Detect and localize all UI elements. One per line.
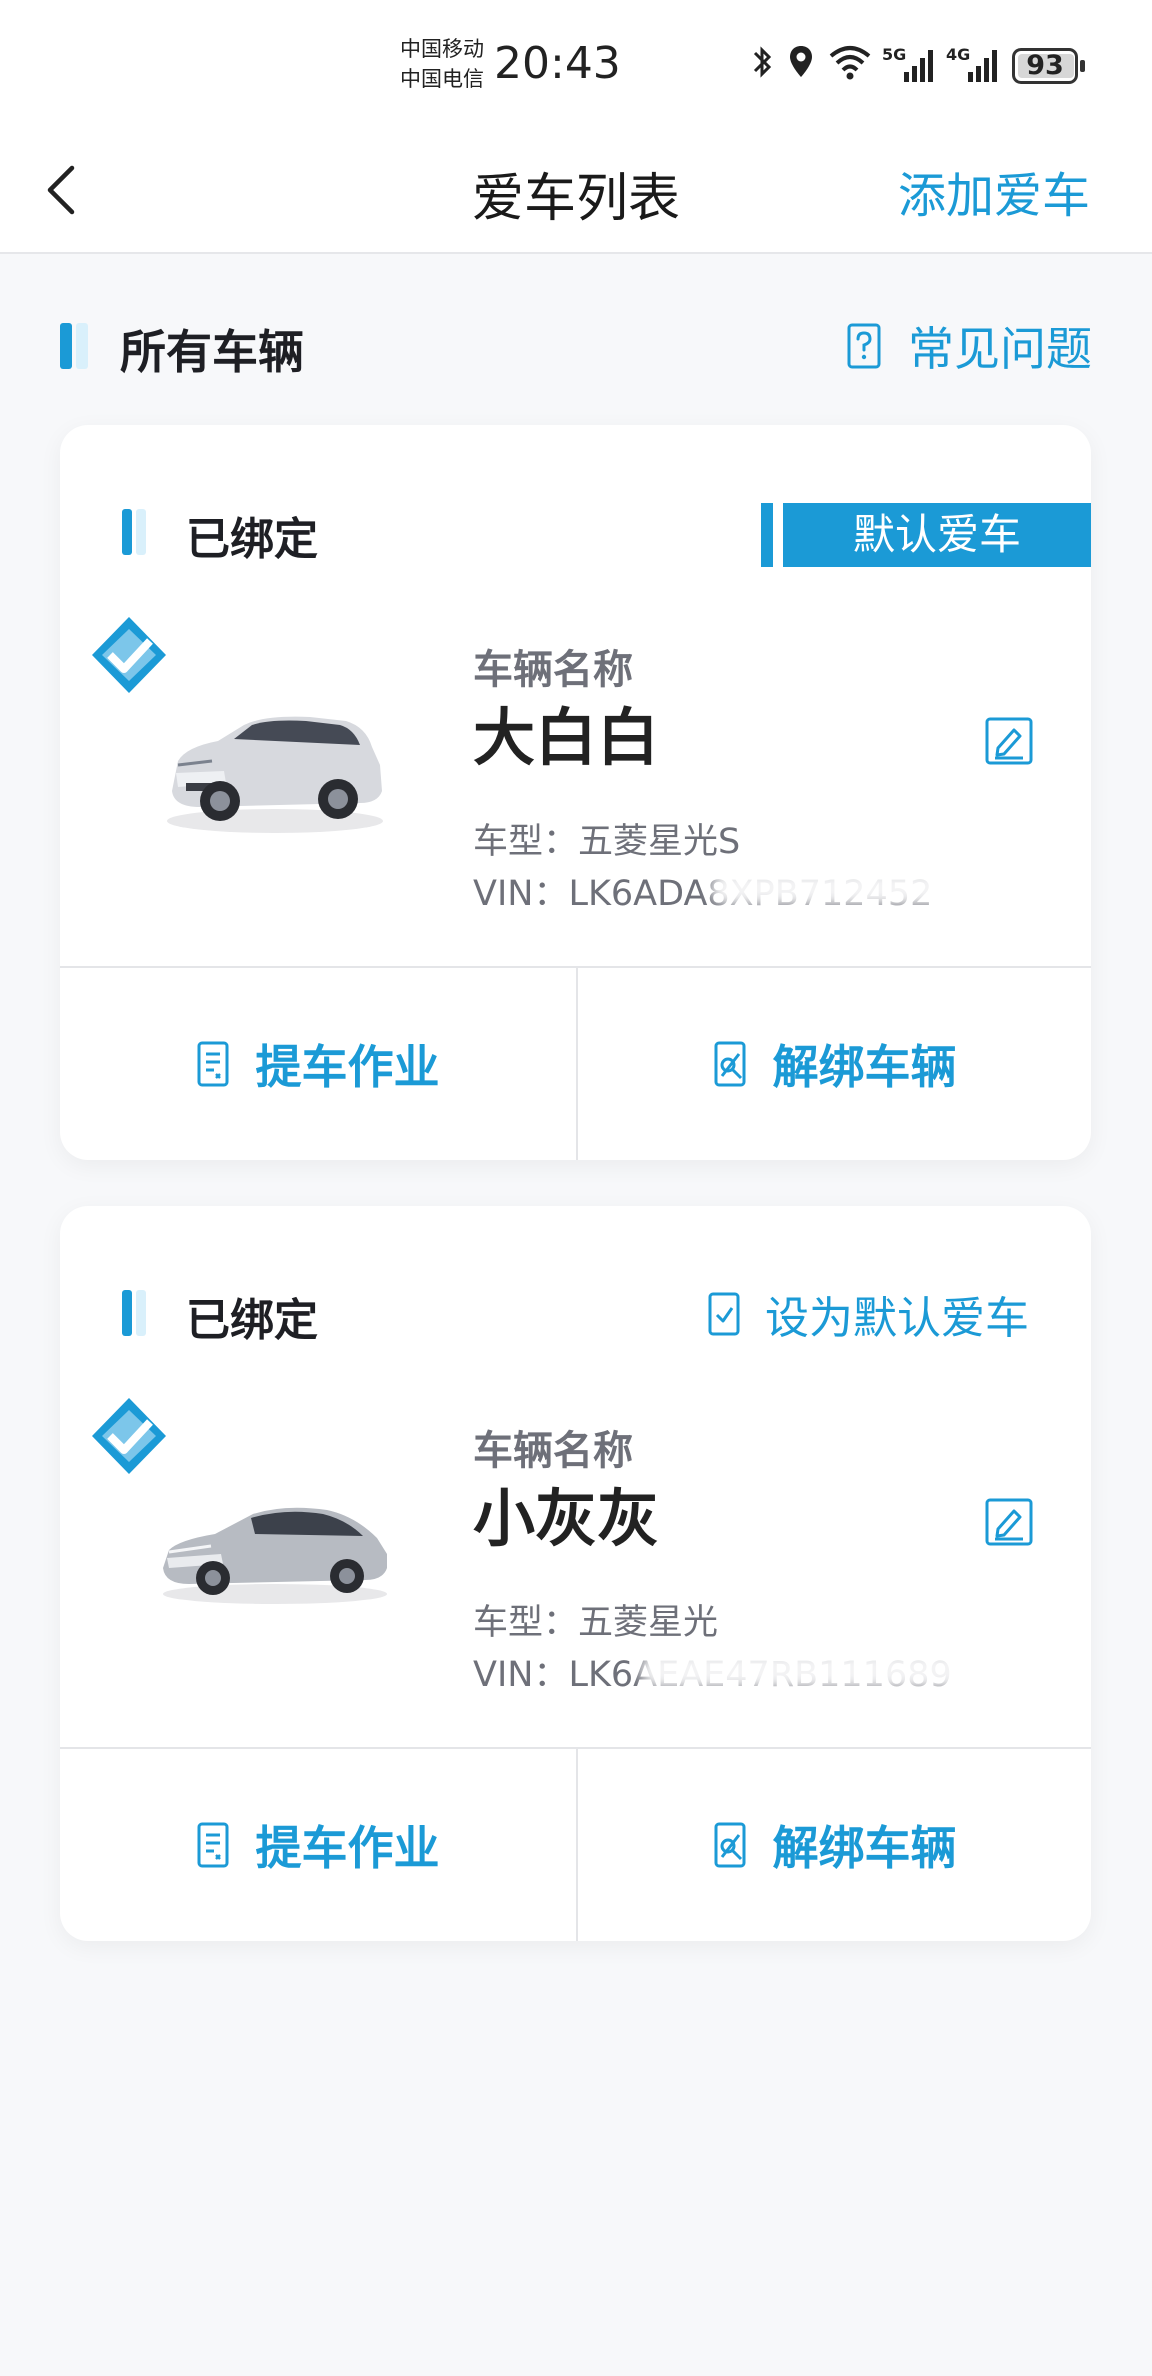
signal-4g-icon: 4G xyxy=(946,45,997,82)
carrier-names: 中国移动 中国电信 xyxy=(400,34,484,94)
faq-link[interactable]: 常见问题 xyxy=(846,316,1092,376)
section-marker xyxy=(60,323,72,369)
checklist-icon xyxy=(708,1292,740,1336)
unbind-label: 解绑车辆 xyxy=(772,1040,957,1094)
unbind-button[interactable]: 解绑车辆 xyxy=(577,968,1091,1160)
pickup-label: 提车作业 xyxy=(255,1040,440,1094)
vehicle-model: 车型：五菱星光 xyxy=(473,1603,719,1643)
verified-check-icon xyxy=(92,1398,166,1474)
pickup-label: 提车作业 xyxy=(255,1821,440,1875)
edit-icon[interactable] xyxy=(984,716,1034,766)
status-bar: 中国移动 中国电信 20:43 5G 4G 93 xyxy=(0,0,1152,130)
car-image xyxy=(167,716,383,833)
vehicle-name: 大白白 xyxy=(473,701,660,774)
bluetooth-icon xyxy=(753,46,772,78)
unbind-label: 解绑车辆 xyxy=(772,1821,957,1875)
vehicle-card: 已绑定 设为默认爱车 车辆名称 小灰灰 车型：五菱星光 VIN：LK6AEAE4… xyxy=(60,1206,1091,1941)
document-icon xyxy=(197,1041,228,1087)
bound-marker xyxy=(122,509,132,555)
carrier-1: 中国移动 xyxy=(400,37,484,61)
question-icon xyxy=(847,323,881,369)
edit-icon[interactable] xyxy=(984,1497,1034,1547)
bound-marker xyxy=(122,1290,132,1336)
pickup-button[interactable]: 提车作业 xyxy=(60,1749,575,1941)
unbind-button[interactable]: 解绑车辆 xyxy=(577,1749,1091,1941)
unbind-icon xyxy=(714,1041,745,1087)
verified-check-icon xyxy=(92,617,166,693)
add-car-button[interactable]: 添加爱车 xyxy=(898,156,1090,226)
section-title: 所有车辆 xyxy=(120,325,304,379)
signal-5g-icon: 5G xyxy=(882,45,933,82)
nav-bar: 爱车列表 添加爱车 xyxy=(0,130,1152,254)
svg-text:4G: 4G xyxy=(946,45,970,64)
unbind-icon xyxy=(714,1822,745,1868)
vin-redaction xyxy=(640,1652,1080,1688)
carrier-2: 中国电信 xyxy=(400,67,484,91)
document-icon xyxy=(197,1822,228,1868)
location-icon xyxy=(790,46,812,77)
faq-label: 常见问题 xyxy=(908,322,1092,376)
vehicle-name: 小灰灰 xyxy=(473,1482,660,1555)
default-car-badge: 默认爱车 xyxy=(761,503,1091,567)
pickup-button[interactable]: 提车作业 xyxy=(60,968,575,1160)
set-default-label: 设为默认爱车 xyxy=(765,1293,1029,1344)
svg-text:5G: 5G xyxy=(882,45,906,64)
vehicle-card: 已绑定 默认爱车 车辆名称 大白白 车型：五菱星光S VIN：LK6ADA8XP… xyxy=(60,425,1091,1160)
set-default-button[interactable]: 设为默认爱车 xyxy=(707,1286,1029,1344)
battery-icon: 93 xyxy=(1012,48,1078,84)
wifi-icon xyxy=(829,46,871,80)
battery-level: 93 xyxy=(1026,50,1064,81)
vin-redaction xyxy=(710,871,1010,905)
vehicle-model: 车型：五菱星光S xyxy=(473,822,741,862)
status-time: 20:43 xyxy=(494,38,621,89)
back-button[interactable] xyxy=(36,158,92,222)
bound-status: 已绑定 xyxy=(186,1295,318,1346)
bound-status: 已绑定 xyxy=(186,514,318,565)
